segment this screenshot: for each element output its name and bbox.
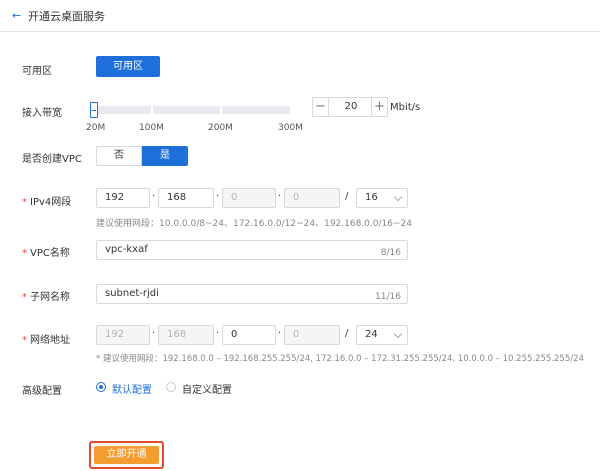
ipv4-mask-value: 16 (365, 192, 378, 203)
page-header: ← 开通云桌面服务 (0, 0, 600, 32)
page-title: 开通云桌面服务 (28, 10, 105, 23)
zone-button[interactable]: 可用区 (96, 56, 160, 77)
network-mask-value: 24 (365, 329, 378, 340)
bandwidth-value[interactable]: 20 (329, 98, 373, 116)
radio-default-option[interactable]: 默认配置 (96, 381, 156, 396)
subnet-name-counter: 11/16 (375, 292, 401, 302)
ipv4-octet-4-input: 0 (284, 188, 340, 208)
advanced-label: 高级配置 (22, 386, 62, 397)
vpc-name-value: vpc-kxaf (105, 244, 148, 255)
slider-tick-label: 300M (278, 123, 303, 133)
octet-separator: · (152, 191, 156, 202)
radio-custom-option[interactable]: 自定义配置 (166, 381, 236, 396)
minus-button[interactable]: − (313, 98, 329, 116)
mask-slash: / (345, 328, 349, 339)
vpc-create-no-button[interactable]: 否 (96, 146, 142, 166)
ipv4-octet-3-input: 0 (222, 188, 276, 208)
octet-separator: · (152, 328, 156, 339)
network-mask-select[interactable]: 24 (356, 325, 408, 345)
network-octet-3-input[interactable]: 0 (222, 325, 276, 345)
bandwidth-label: 接入带宽 (22, 108, 62, 119)
bandwidth-unit: Mbit/s (390, 102, 421, 113)
radio-custom-label: 自定义配置 (182, 385, 232, 396)
chevron-down-icon (393, 329, 403, 339)
network-hint: * 建议使用网段：192.168.0.0 – 192.168.255.255/2… (96, 354, 584, 364)
subnet-name-input[interactable]: subnet-rjdi 11/16 (96, 284, 408, 304)
octet-separator: · (216, 191, 220, 202)
vpc-create-label: 是否创建VPC (22, 154, 82, 165)
ipv4-octet-2-input[interactable]: 168 (158, 188, 214, 208)
back-arrow-icon[interactable]: ← (12, 9, 21, 22)
slider-handle[interactable] (90, 102, 98, 118)
slider-segment (153, 106, 220, 114)
plus-button[interactable]: + (371, 98, 387, 116)
ipv4-octet-1-input[interactable]: 192 (96, 188, 150, 208)
vpc-name-label: * VPC名称 (22, 248, 70, 259)
ipv4-hint: 建议使用网段：10.0.0.0/8~24、172.16.0.0/12~24、19… (96, 219, 412, 229)
slider-tick-label: 20M (86, 123, 106, 133)
vpc-name-input[interactable]: vpc-kxaf 8/16 (96, 240, 408, 260)
network-octet-4-input: 0 (284, 325, 340, 345)
ipv4-label: * IPv4网段 (22, 197, 72, 208)
ipv4-mask-select[interactable]: 16 (356, 188, 408, 208)
subnet-name-label: * 子网名称 (22, 292, 70, 303)
vpc-name-counter: 8/16 (380, 248, 401, 258)
chevron-down-icon (393, 192, 403, 202)
slider-segment (222, 106, 290, 114)
bandwidth-slider[interactable]: 20M 100M 200M 300M (86, 96, 306, 136)
submit-button[interactable]: 立即开通 (94, 446, 159, 464)
slider-tick-label: 200M (208, 123, 233, 133)
radio-default[interactable] (96, 382, 106, 392)
bandwidth-stepper[interactable]: − 20 + (312, 97, 388, 117)
zone-label: 可用区 (22, 66, 52, 77)
slider-segment (92, 106, 151, 114)
radio-default-label: 默认配置 (112, 385, 152, 396)
radio-custom[interactable] (166, 382, 176, 392)
octet-separator: · (278, 191, 282, 202)
network-octet-2-input: 168 (158, 325, 214, 345)
vpc-create-yes-button[interactable]: 是 (142, 146, 188, 166)
slider-tick-label: 100M (139, 123, 164, 133)
network-label: * 网络地址 (22, 335, 70, 346)
network-octet-1-input: 192 (96, 325, 150, 345)
octet-separator: · (216, 328, 220, 339)
subnet-name-value: subnet-rjdi (105, 288, 159, 299)
octet-separator: · (278, 328, 282, 339)
mask-slash: / (345, 191, 349, 202)
